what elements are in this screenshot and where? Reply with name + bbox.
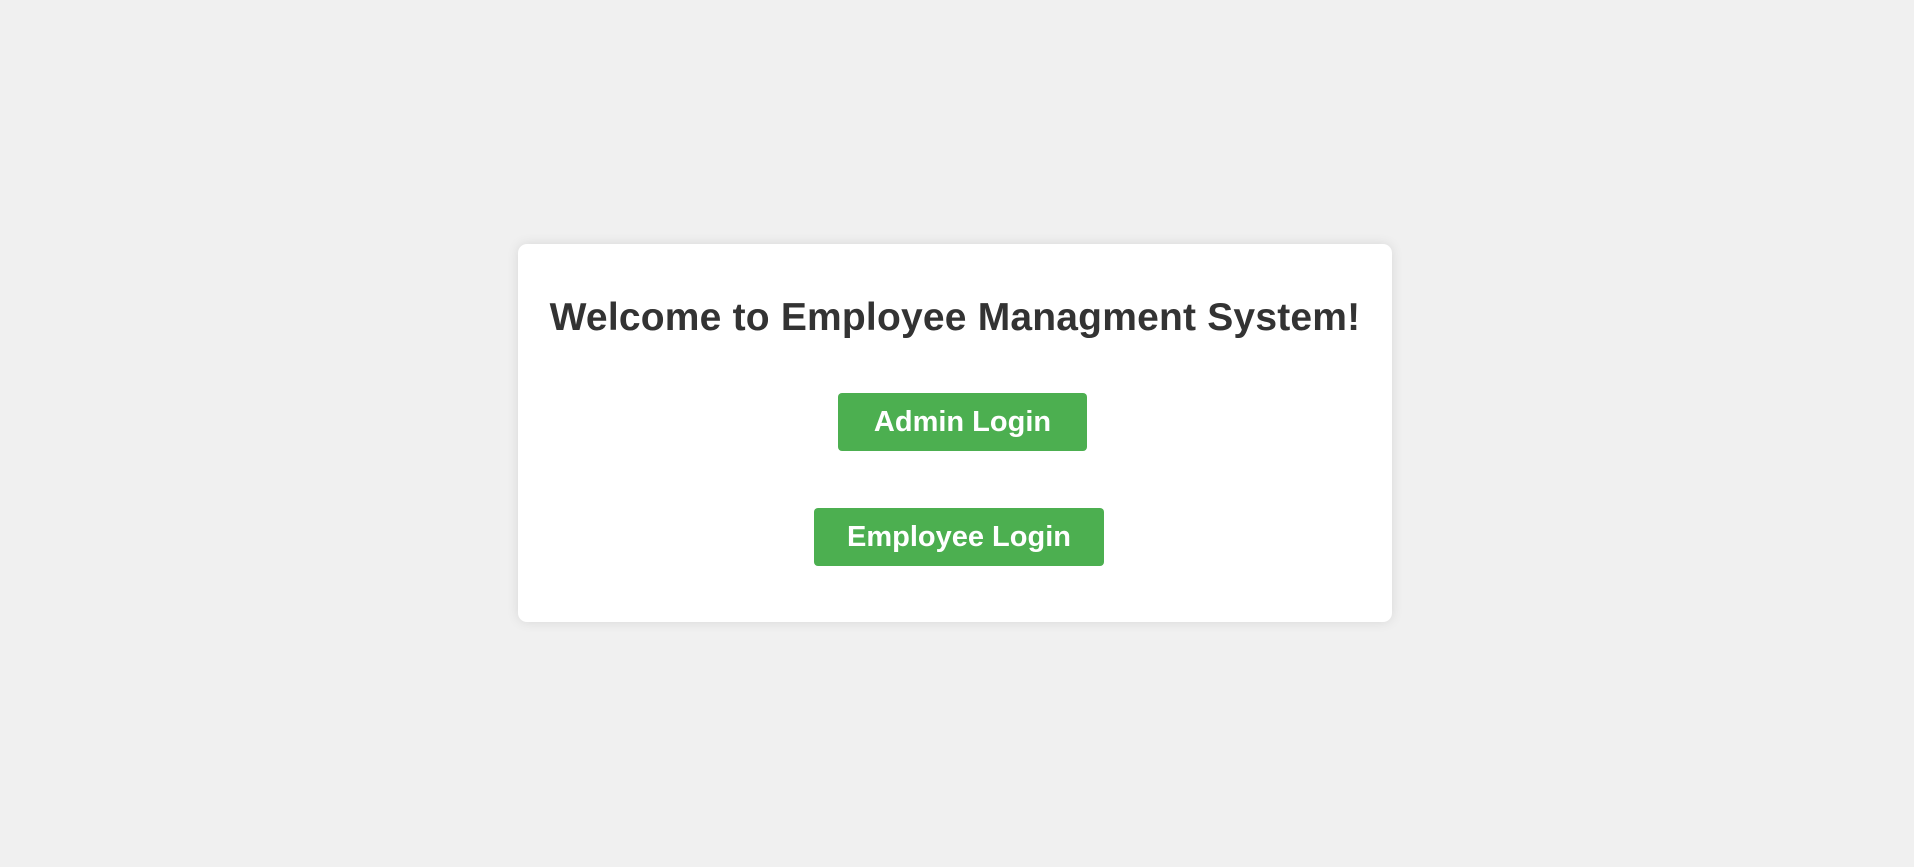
page-title: Welcome to Employee Managment System!: [549, 296, 1361, 339]
admin-login-button[interactable]: Admin Login: [838, 393, 1087, 451]
welcome-card: Welcome to Employee Managment System! Ad…: [518, 244, 1392, 622]
employee-login-button[interactable]: Employee Login: [814, 508, 1104, 566]
